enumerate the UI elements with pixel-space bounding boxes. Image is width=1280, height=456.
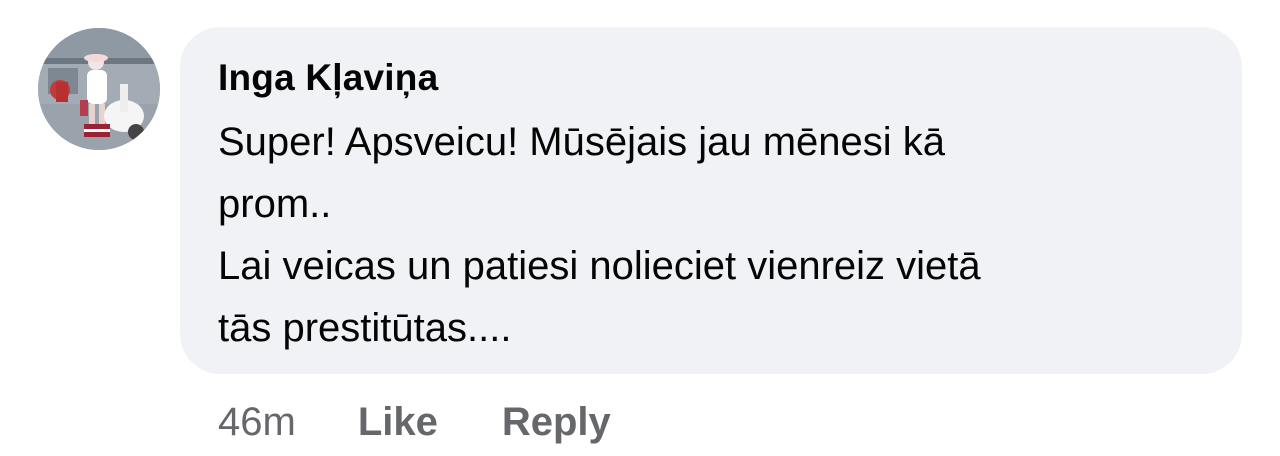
comment-timestamp[interactable]: 46m bbox=[218, 400, 296, 445]
comment-author-name[interactable]: Inga Kļaviņa bbox=[218, 53, 1202, 103]
comment-text: Super! Apsveicu! Mūsējais jau mēnesi kā … bbox=[218, 120, 981, 350]
like-button[interactable]: Like bbox=[358, 400, 438, 445]
comment-bubble: Inga Kļaviņa Super! Apsveicu! Mūsējais j… bbox=[180, 27, 1242, 374]
author-avatar[interactable] bbox=[38, 28, 160, 150]
reply-button[interactable]: Reply bbox=[502, 400, 611, 445]
comment-actions: 46m Like Reply bbox=[218, 392, 611, 452]
avatar-photo-icon bbox=[38, 28, 160, 150]
